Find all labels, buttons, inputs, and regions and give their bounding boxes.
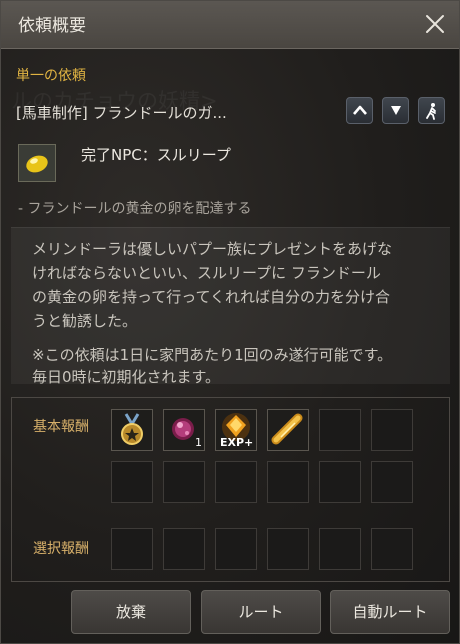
reward-slot-crystal[interactable]: 1 xyxy=(163,409,205,451)
basic-reward-label: 基本報酬 xyxy=(33,419,89,435)
description-line: メリンドーラは優しいパプー族にプレゼントをあげな xyxy=(32,240,393,258)
choice-slot-empty xyxy=(215,528,257,570)
description-line: の黄金の卵を持って行ってくれれば自分の力を分け合 xyxy=(32,288,391,306)
item-count: 1 xyxy=(195,436,202,449)
navigate-button[interactable] xyxy=(418,97,445,124)
description-line: ければならないといい、スルリープに フランドール xyxy=(32,264,381,282)
quest-category: 単一の依頼 xyxy=(16,68,86,84)
choice-reward-label: 選択報酬 xyxy=(33,541,89,557)
choice-slot-empty xyxy=(319,528,361,570)
abandon-button[interactable]: 放棄 xyxy=(71,590,191,634)
quest-objective: - フランドールの黄金の卵を配達する xyxy=(18,201,252,217)
exp-badge: EXP+ xyxy=(220,436,254,449)
quest-title: [馬車制作] フランドールのガ... xyxy=(16,104,227,122)
auto-route-button[interactable]: 自動ルート xyxy=(330,590,450,634)
reward-slot-medal[interactable] xyxy=(111,409,153,451)
reward-slot-empty xyxy=(267,461,309,503)
description-line: うと勧誘した。 xyxy=(32,312,138,330)
rewards-panel: 基本報酬 選択報酬 1 EXP+ xyxy=(11,397,450,582)
chevron-down-icon xyxy=(391,106,401,115)
description-line: 毎日0時に初期化されます。 xyxy=(32,368,221,386)
choice-slot-empty xyxy=(267,528,309,570)
reward-slot-empty xyxy=(319,461,361,503)
choice-slot-empty xyxy=(371,528,413,570)
completion-npc-label: 完了NPC：スルリープ xyxy=(81,146,231,164)
reward-slot-empty xyxy=(215,461,257,503)
medal-icon xyxy=(121,413,143,445)
reward-slot-empty xyxy=(371,409,413,451)
choice-slot-empty xyxy=(111,528,153,570)
title-bar[interactable]: 依頼概要 xyxy=(1,1,459,49)
golden-egg-icon xyxy=(18,144,56,182)
reward-slot-scroll[interactable] xyxy=(267,409,309,451)
quest-description: メリンドーラは優しいパプー族にプレゼントをあげな ければならないといい、スルリー… xyxy=(11,227,450,386)
collapse-button[interactable] xyxy=(346,97,373,124)
window-title: 依頼概要 xyxy=(18,16,86,36)
reward-slot-empty xyxy=(163,461,205,503)
reward-slot-empty xyxy=(111,461,153,503)
route-button[interactable]: ルート xyxy=(201,590,321,634)
expand-button[interactable] xyxy=(382,97,409,124)
choice-slot-empty xyxy=(163,528,205,570)
reward-slot-exp[interactable]: EXP+ xyxy=(215,409,257,451)
close-icon[interactable] xyxy=(423,12,447,36)
quest-summary-window: 依頼概要 単一の依頼 ルのカチョウの妖精> [馬車制作] フランドールのガ...… xyxy=(0,0,460,644)
walking-person-icon xyxy=(426,103,436,120)
description-line: ※この依頼は1日に家門あたり1回のみ遂行可能です。 xyxy=(32,346,393,364)
reward-slot-empty xyxy=(371,461,413,503)
gold-scroll-icon xyxy=(271,413,303,445)
reward-slot-empty xyxy=(319,409,361,451)
chevron-up-icon xyxy=(353,105,367,115)
